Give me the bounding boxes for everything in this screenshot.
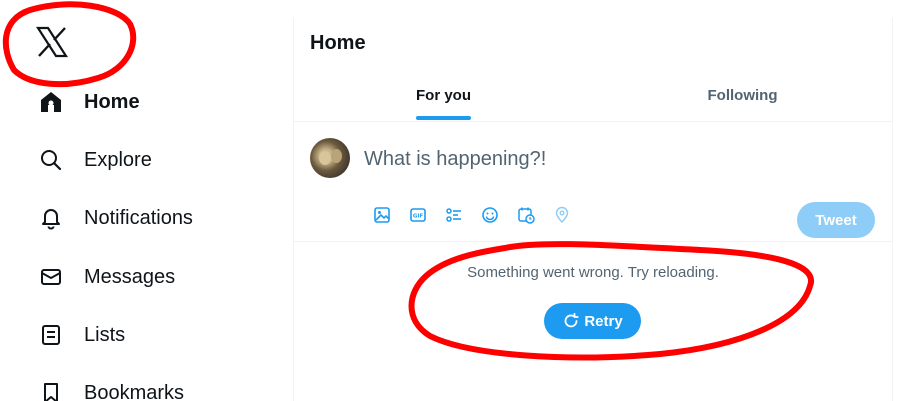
- nav-label-home: Home: [84, 90, 140, 113]
- search-icon: [38, 147, 64, 173]
- retry-label: Retry: [584, 312, 623, 330]
- bell-icon: [38, 205, 64, 231]
- tab-for-you[interactable]: For you: [294, 76, 593, 121]
- main-column: Home For you Following GIF: [293, 18, 893, 401]
- nav-item-bookmarks[interactable]: Bookmarks: [38, 375, 184, 401]
- gif-icon[interactable]: GIF: [400, 205, 436, 225]
- composer-toolbar: GIF: [364, 205, 580, 225]
- image-icon[interactable]: [364, 205, 400, 225]
- bookmark-icon: [38, 380, 64, 401]
- tab-following[interactable]: Following: [593, 76, 892, 121]
- nav-item-messages[interactable]: Messages: [38, 259, 175, 295]
- compose-input[interactable]: [364, 148, 764, 171]
- timeline-tabs: For you Following: [294, 76, 892, 122]
- nav-label-lists: Lists: [84, 323, 126, 346]
- poll-icon[interactable]: [436, 205, 472, 225]
- tweet-button[interactable]: Tweet: [797, 202, 875, 238]
- avatar[interactable]: [310, 138, 350, 178]
- nav-label-messages: Messages: [84, 265, 176, 288]
- nav-item-lists[interactable]: Lists: [38, 317, 125, 353]
- emoji-icon[interactable]: [472, 205, 508, 225]
- tab-label-following: Following: [707, 87, 778, 104]
- refresh-icon: [564, 312, 579, 328]
- home-icon: [38, 89, 64, 115]
- location-icon[interactable]: [544, 205, 580, 225]
- schedule-icon[interactable]: [508, 205, 544, 225]
- list-icon: [38, 322, 64, 348]
- sidebar: Home Explore Notifications Messages List…: [0, 0, 293, 401]
- x-logo-icon[interactable]: [34, 22, 70, 62]
- nav-label-bookmarks: Bookmarks: [84, 381, 185, 401]
- error-panel: Something went wrong. Try reloading. Ret…: [294, 242, 892, 401]
- page-title: Home: [310, 32, 366, 54]
- tab-label-for-you: For you: [416, 87, 471, 104]
- nav-label-notifications: Notifications: [84, 206, 193, 229]
- nav-item-notifications[interactable]: Notifications: [38, 200, 193, 236]
- nav-item-home[interactable]: Home: [38, 84, 140, 120]
- error-message: Something went wrong. Try reloading.: [467, 264, 719, 281]
- nav-label-explore: Explore: [84, 148, 152, 171]
- svg-text:GIF: GIF: [413, 214, 424, 220]
- envelope-icon: [38, 264, 64, 290]
- retry-button[interactable]: Retry: [544, 303, 641, 339]
- tweet-composer: GIF Tweet: [294, 122, 892, 242]
- active-tab-indicator: [416, 116, 471, 120]
- nav-item-explore[interactable]: Explore: [38, 142, 152, 178]
